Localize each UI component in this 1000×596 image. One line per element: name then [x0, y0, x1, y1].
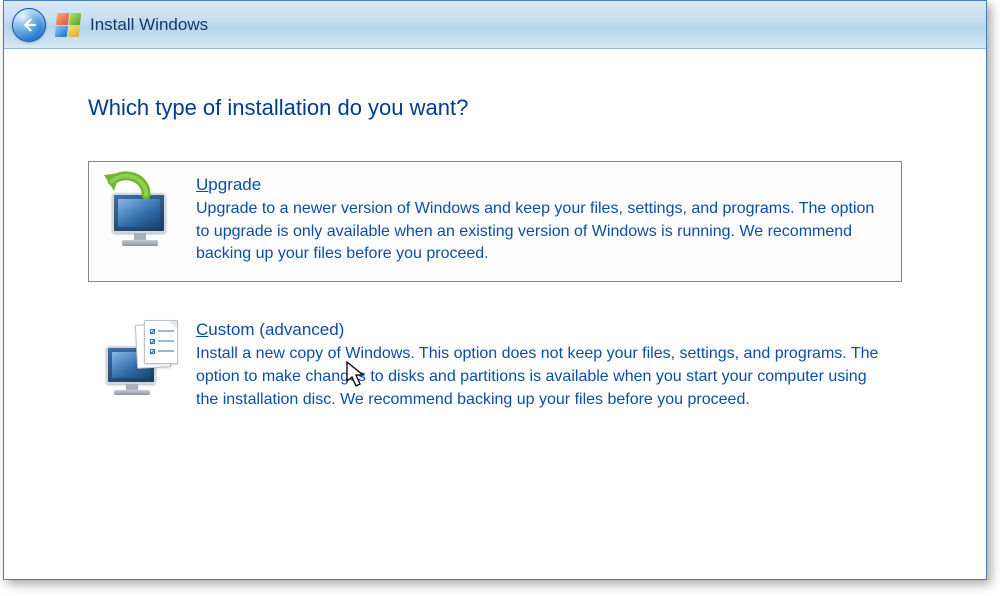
window-title: Install Windows: [90, 15, 208, 35]
option-custom[interactable]: ✓ ✓ ✓ Custom (advanced) Install a new co…: [88, 306, 902, 427]
back-button[interactable]: [12, 8, 46, 42]
upgrade-icon: [104, 175, 174, 245]
page-heading: Which type of installation do you want?: [88, 95, 902, 121]
content-area: Which type of installation do you want? …: [4, 49, 986, 579]
back-arrow-icon: [20, 16, 38, 34]
titlebar: Install Windows: [4, 1, 986, 49]
windows-logo-icon: [55, 13, 82, 37]
option-upgrade-title: Upgrade: [196, 175, 886, 195]
option-custom-text: Custom (advanced) Install a new copy of …: [196, 320, 886, 411]
option-custom-title: Custom (advanced): [196, 320, 886, 340]
option-upgrade-description: Upgrade to a newer version of Windows an…: [196, 198, 886, 266]
option-upgrade[interactable]: Upgrade Upgrade to a newer version of Wi…: [88, 161, 902, 282]
custom-icon: ✓ ✓ ✓: [104, 320, 174, 390]
option-custom-description: Install a new copy of Windows. This opti…: [196, 343, 886, 411]
install-windows-dialog: Install Windows Which type of installati…: [3, 0, 987, 580]
option-upgrade-text: Upgrade Upgrade to a newer version of Wi…: [196, 175, 886, 266]
